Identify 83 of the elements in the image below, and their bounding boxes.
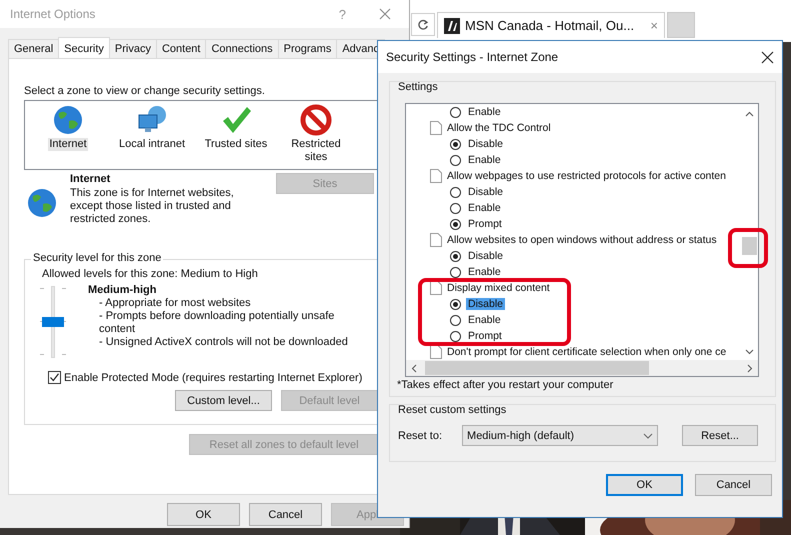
zone-label[interactable]: Local intranet [118, 138, 186, 151]
dialog-button[interactable]: Cancel [695, 474, 772, 496]
option-label[interactable]: Enable [466, 154, 503, 166]
refresh-icon [417, 18, 429, 30]
no-entry-icon[interactable] [300, 104, 332, 136]
zone-description: This zone is for Internet websites, except those listed in trusted and restricted zones. [70, 187, 235, 226]
zone-label[interactable]: Restricted sites [285, 138, 347, 164]
level-detail: - Unsigned ActiveX controls will not be downloaded [98, 336, 349, 349]
option-label[interactable]: Disable [466, 138, 506, 150]
option-label[interactable]: Disable [466, 298, 506, 310]
window-title: Internet Options [10, 7, 96, 21]
dialog-button[interactable]: OK [606, 474, 683, 496]
checkbox[interactable] [48, 371, 61, 384]
option-label[interactable]: Disable [466, 186, 506, 198]
tab[interactable]: Security [58, 37, 110, 58]
option-label[interactable]: Enable [466, 202, 503, 214]
dialog-button[interactable]: OK [167, 503, 240, 526]
chevron-down-icon[interactable] [643, 432, 654, 438]
setting-name: Allow the TDC Control [447, 122, 551, 134]
scroll-left-icon[interactable] [411, 364, 417, 372]
radio-button[interactable] [450, 314, 461, 326]
level-detail: - Appropriate for most websites [98, 297, 252, 310]
radio-button[interactable] [450, 106, 461, 118]
globe-icon [26, 187, 58, 219]
restart-note: *Takes effect after you restart your computer [397, 379, 614, 391]
level-name: Medium-high [88, 284, 158, 296]
radio-button[interactable] [450, 218, 461, 230]
option-label[interactable]: Enable [466, 106, 503, 118]
globe-icon[interactable] [52, 104, 84, 136]
close-icon[interactable] [761, 50, 774, 64]
radio-button[interactable] [450, 154, 461, 166]
document-icon [430, 281, 442, 295]
option-label[interactable]: Enable [466, 266, 503, 278]
reset-button[interactable]: Reset... [682, 425, 758, 446]
zone-name: Internet [70, 173, 112, 185]
option-label[interactable]: Prompt [466, 218, 504, 230]
dialog-button[interactable]: Cancel [249, 503, 322, 526]
zone-label[interactable]: Internet [48, 138, 88, 151]
tab[interactable]: General [8, 39, 60, 58]
allowed-levels: Allowed levels for this zone: Medium to High [42, 268, 259, 280]
scroll-right-icon[interactable] [747, 364, 753, 372]
site-logo-icon [444, 18, 460, 34]
reset-level-dropdown[interactable]: Medium-high (default) [462, 425, 658, 446]
group-legend: Settings [398, 81, 438, 93]
refresh-button[interactable] [411, 13, 435, 36]
document-icon [430, 345, 442, 359]
security-slider[interactable] [40, 286, 66, 358]
option-label[interactable]: Enable [466, 314, 503, 326]
tab-close-button[interactable]: × [650, 18, 658, 33]
horizontal-scrollbar[interactable] [406, 360, 758, 376]
document-icon [430, 121, 442, 135]
setting-name: Allow webpages to use restricted protocols for active conten [447, 170, 726, 182]
zone-label[interactable]: Trusted sites [204, 138, 268, 151]
option-label[interactable]: Prompt [466, 330, 504, 342]
radio-button[interactable] [450, 138, 461, 150]
slider-thumb[interactable] [42, 317, 64, 327]
group-legend: Reset custom settings [398, 404, 506, 416]
setting-name: Display mixed content [447, 282, 550, 294]
level-detail: - Prompts before downloading potentially unsafe content [98, 310, 336, 336]
radio-button[interactable] [450, 330, 461, 342]
scrollbar-thumb[interactable] [425, 361, 649, 375]
window-title: Security Settings - Internet Zone [386, 50, 558, 64]
document-icon [430, 233, 442, 247]
radio-button[interactable] [450, 266, 461, 278]
radio-button[interactable] [450, 186, 461, 198]
checkbox-label: Enable Protected Mode (requires restarting Internet Explorer) [64, 372, 362, 384]
setting-name: Don't prompt for client certificate selection when only one ce [447, 346, 726, 358]
scroll-down-icon[interactable] [745, 349, 754, 355]
radio-button[interactable] [450, 202, 461, 214]
scrollbar-thumb[interactable] [742, 237, 757, 255]
document-icon [430, 169, 442, 183]
level-button[interactable]: Custom level... [175, 390, 272, 411]
radio-button[interactable] [450, 250, 461, 262]
browser-tab[interactable]: MSN Canada - Hotmail, Ou... × [437, 12, 665, 38]
reset-label: Reset to: [398, 430, 442, 442]
option-label[interactable]: Disable [466, 250, 506, 262]
group-legend: Security level for this zone [31, 252, 164, 264]
radio-button[interactable] [450, 298, 461, 310]
scroll-up-icon[interactable] [745, 111, 754, 117]
tab-title: MSN Canada - Hotmail, Ou... [465, 18, 636, 33]
highlight-frame [728, 228, 768, 268]
zone-prompt: Select a zone to view or change security settings. [24, 85, 266, 97]
setting-name: Allow websites to open windows without address or status [447, 234, 717, 246]
